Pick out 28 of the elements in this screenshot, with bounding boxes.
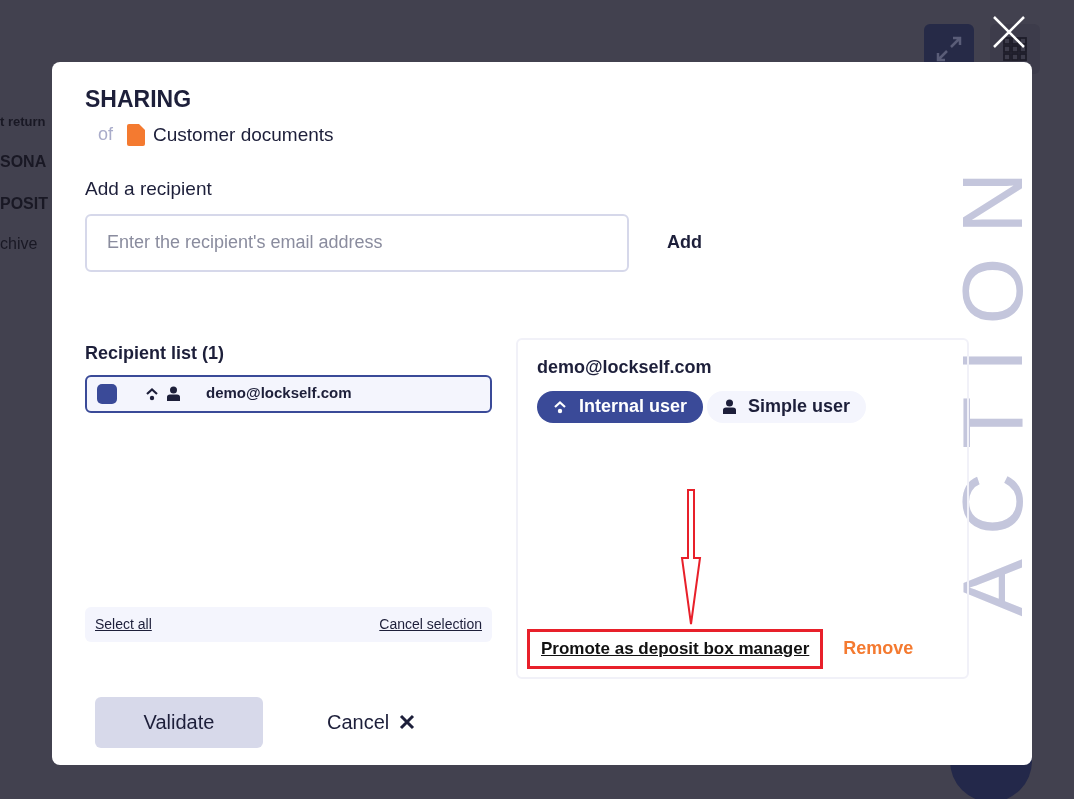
user-type-tag[interactable]: Simple user xyxy=(707,390,867,423)
user-icon xyxy=(723,399,737,414)
signal-icon xyxy=(145,386,159,401)
add-button[interactable]: Add xyxy=(667,229,702,256)
detail-email: demo@lockself.com xyxy=(537,355,713,379)
list-title: Recipient list (1) xyxy=(85,341,226,365)
add-recipient-label: Add a recipient xyxy=(85,177,213,201)
user-type-tag[interactable]: Internal user xyxy=(537,390,704,423)
grid-icon xyxy=(1003,37,1027,61)
user-icon xyxy=(167,386,180,401)
expand-icon xyxy=(934,34,964,64)
close-icon[interactable] xyxy=(992,15,1026,49)
select-all-link[interactable]: Select all xyxy=(95,613,152,635)
file-icon xyxy=(127,123,145,146)
cancel-button[interactable]: Cancel xyxy=(327,707,416,737)
signal-icon xyxy=(553,399,567,414)
recipient-email: demo@lockself.com xyxy=(206,383,352,404)
checkbox[interactable] xyxy=(97,383,117,404)
document-name: Customer documents xyxy=(153,122,334,147)
promote-link[interactable]: Promote as deposit box manager xyxy=(527,629,824,669)
cancel-selection-link[interactable]: Cancel selection xyxy=(379,613,482,635)
recipient-row[interactable]: demo@lockself.com xyxy=(85,374,492,413)
close-icon xyxy=(399,714,416,730)
dialog-title: SHARING xyxy=(85,85,193,114)
validate-button[interactable]: Validate xyxy=(95,696,263,748)
subtitle-prefix: of xyxy=(98,123,113,147)
background-lettering: ACTION xyxy=(949,147,1032,617)
email-field[interactable]: Enter the recipient's email address xyxy=(85,213,629,272)
